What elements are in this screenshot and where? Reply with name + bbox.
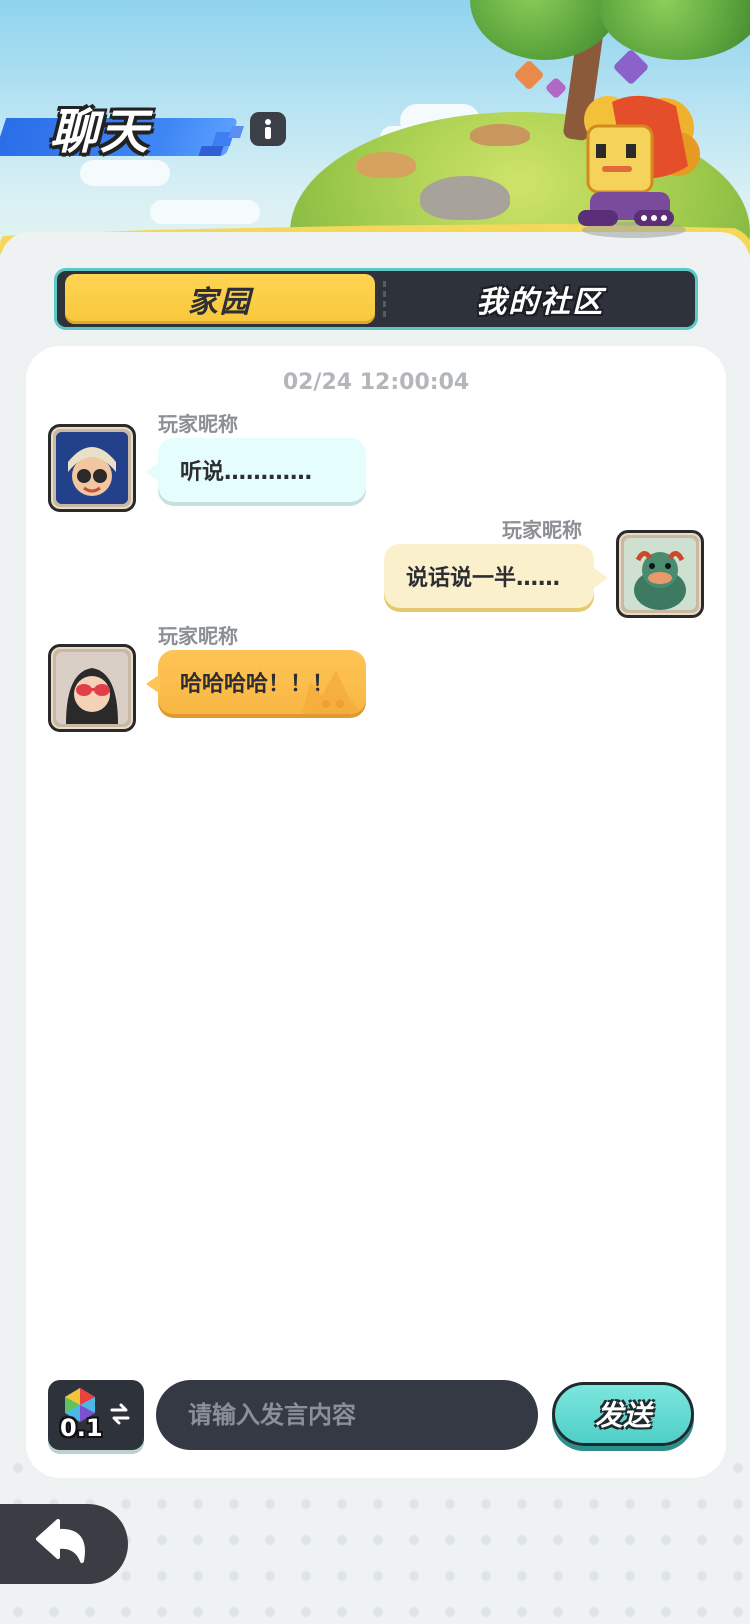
mascot-character-icon	[578, 95, 700, 238]
rock	[356, 152, 416, 178]
tab-home[interactable]: 家园	[65, 274, 375, 324]
cloud	[150, 200, 260, 224]
info-icon	[265, 119, 271, 139]
back-arrow-icon	[36, 1519, 85, 1563]
avatar-image	[624, 538, 696, 610]
back-button[interactable]	[0, 1504, 128, 1584]
emoji-count: 0.1	[60, 1414, 103, 1442]
send-button[interactable]: 发送	[552, 1382, 694, 1446]
tab-switcher: 家园 我的社区	[54, 268, 698, 330]
hanging-gem-icon	[544, 76, 568, 100]
cloud	[80, 160, 170, 186]
player-nickname: 玩家昵称	[158, 412, 238, 436]
chat-bubble[interactable]: 说话说一半……	[384, 544, 594, 608]
chat-bubble[interactable]: 听说…………	[158, 438, 366, 502]
tree-canopy	[600, 0, 750, 60]
bubble-tail	[146, 674, 160, 694]
chat-bubble-text: 听说…………	[180, 460, 313, 485]
info-button[interactable]	[250, 112, 286, 146]
player-avatar[interactable]	[48, 424, 136, 512]
chat-bubble-text: 说话说一半……	[406, 566, 561, 591]
bubble-tail	[146, 462, 160, 482]
avatar-image	[56, 432, 128, 504]
player-avatar[interactable]	[616, 530, 704, 618]
player-nickname: 玩家昵称	[502, 518, 582, 542]
player-avatar[interactable]	[48, 644, 136, 732]
hanging-gem-icon	[513, 59, 545, 91]
swap-arrows-icon	[110, 1403, 130, 1425]
emoji-toggle-button[interactable]: 0.1	[48, 1380, 144, 1450]
bubble-tail	[594, 568, 608, 588]
page-title: 聊天	[50, 104, 151, 160]
chat-timestamp: 02/24 12:00:04	[282, 370, 470, 395]
cat-watermark-icon	[302, 670, 362, 714]
chat-message-input[interactable]	[156, 1380, 538, 1450]
avatar-image	[56, 652, 128, 724]
rock	[420, 176, 510, 220]
ribbon-decoration	[198, 146, 224, 156]
player-nickname: 玩家昵称	[158, 624, 238, 648]
chat-panel[interactable]: 02/24 12:00:04 玩家昵称 听说………… 玩家昵称 说话说一半…… …	[26, 346, 726, 1478]
tab-my-community[interactable]: 我的社区	[386, 271, 696, 327]
chat-bubble[interactable]: 哈哈哈哈！！！	[158, 650, 366, 714]
rock	[470, 124, 530, 146]
